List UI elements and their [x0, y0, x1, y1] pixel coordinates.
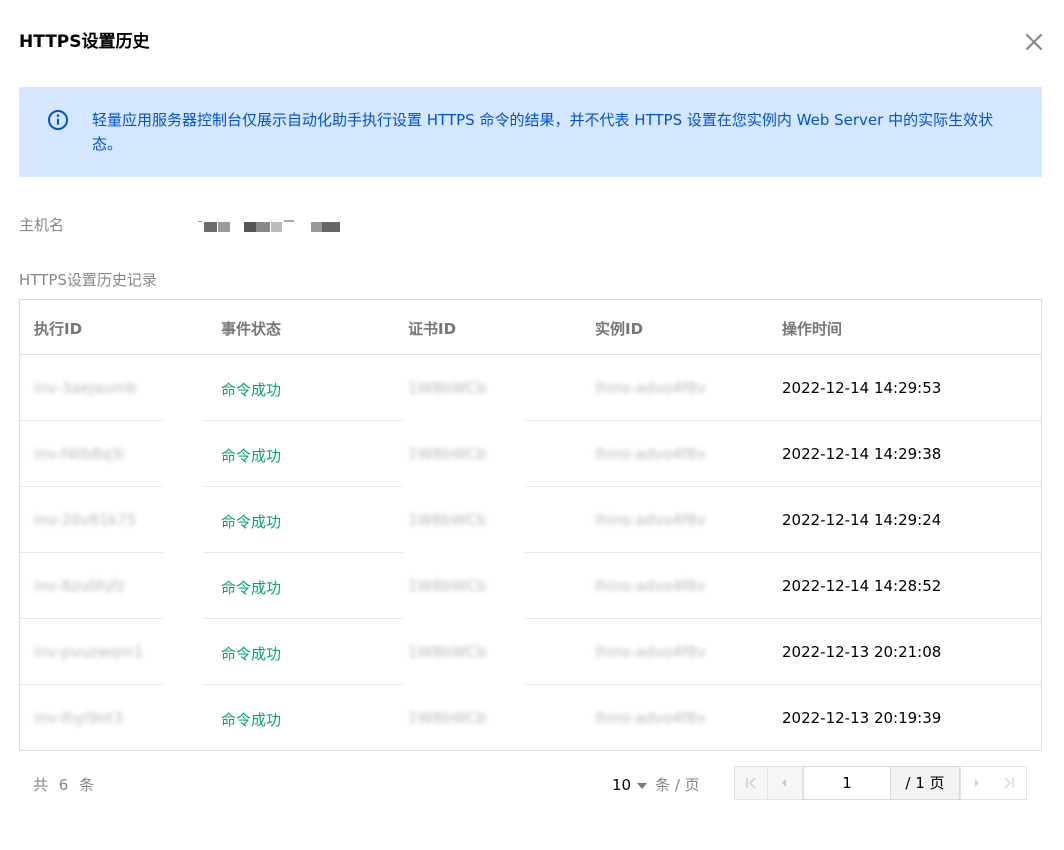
exec-id-cell: inv-20v81k75 [34, 511, 137, 529]
column-header-cert-id: 证书ID [408, 320, 457, 338]
table-header: 执行ID 事件状态 证书ID 实例ID 操作时间 [20, 300, 1041, 355]
time-cell: 2022-12-14 14:28:52 [782, 577, 942, 595]
exec-id-cell: inv-pvuzwqm1 [34, 643, 144, 661]
column-header-status: 事件状态 [221, 320, 282, 338]
status-cell: 命令成功 [221, 513, 282, 531]
next-page-button[interactable] [960, 766, 994, 800]
column-header-time: 操作时间 [782, 320, 843, 338]
chevron-left-icon[interactable] [768, 767, 800, 799]
cert-id-cell: 1W8bWCb [408, 577, 487, 595]
instance-id-cell: lhins-advo4f8v [595, 379, 706, 397]
hostname-value-redacted [198, 220, 343, 234]
page-size-select[interactable]: 10 条 / 页 [612, 774, 700, 795]
status-cell: 命令成功 [221, 381, 282, 399]
table-row: inv-f4tb8q3l 命令成功 1W8bWCb lhins-advo4f8v… [20, 421, 1041, 487]
total-count: 共 6 条 [33, 776, 98, 794]
instance-id-cell: lhins-advo4f8v [595, 445, 706, 463]
info-icon [48, 110, 68, 130]
table-row: inv-3aejaumb 命令成功 1W8bWCb lhins-advo4f8v… [20, 355, 1041, 421]
cert-id-cell: 1W8bWCb [408, 511, 487, 529]
status-cell: 命令成功 [221, 711, 282, 729]
notice-text: 轻量应用服务器控制台仅展示自动化助手执行设置 HTTPS 命令的结果，并不代表 … [92, 111, 994, 153]
table-row: inv-20v81k75 命令成功 1W8bWCb lhins-advo4f8v… [20, 487, 1041, 553]
hostname-label: 主机名 [19, 216, 65, 234]
cert-id-cell: 1W8bWCb [408, 643, 487, 661]
time-cell: 2022-12-14 14:29:38 [782, 445, 942, 463]
exec-id-cell: inv-f4tb8q3l [34, 445, 125, 463]
first-page-icon[interactable] [735, 767, 767, 799]
total-pages: / 1 页 [891, 766, 960, 800]
column-header-instance-id: 实例ID [595, 320, 644, 338]
table-row: inv-pvuzwqm1 命令成功 1W8bWCb lhins-advo4f8v… [20, 619, 1041, 685]
caret-down-icon[interactable] [637, 782, 648, 789]
instance-id-cell: lhins-advo4f8v [595, 643, 706, 661]
column-header-exec-id: 执行ID [34, 320, 83, 338]
chevron-right-icon[interactable] [961, 767, 993, 799]
last-page-button[interactable] [993, 766, 1027, 800]
status-cell: 命令成功 [221, 447, 282, 465]
time-cell: 2022-12-13 20:21:08 [782, 643, 942, 661]
exec-id-cell: inv-8zu0hjfz [34, 577, 125, 595]
close-icon[interactable] [1020, 28, 1048, 56]
time-cell: 2022-12-13 20:19:39 [782, 709, 942, 727]
table-row: inv-lhyl9nt3 命令成功 1W8bWCb lhins-advo4f8v… [20, 685, 1041, 751]
history-table: 执行ID 事件状态 证书ID 实例ID 操作时间 inv-3aejaumb 命令… [19, 299, 1042, 751]
info-notice: 轻量应用服务器控制台仅展示自动化助手执行设置 HTTPS 命令的结果，并不代表 … [19, 87, 1042, 177]
instance-id-cell: lhins-advo4f8v [595, 709, 706, 727]
instance-id-cell: lhins-advo4f8v [595, 511, 706, 529]
cert-id-cell: 1W8bWCb [408, 445, 487, 463]
history-label: HTTPS设置历史记录 [19, 271, 157, 289]
close-button[interactable] [1020, 28, 1048, 56]
page-number-input[interactable]: 1 [803, 766, 891, 800]
first-page-button[interactable] [734, 766, 768, 800]
prev-page-button[interactable] [768, 766, 803, 800]
time-cell: 2022-12-14 14:29:24 [782, 511, 942, 529]
status-cell: 命令成功 [221, 579, 282, 597]
time-cell: 2022-12-14 14:29:53 [782, 379, 942, 397]
instance-id-cell: lhins-advo4f8v [595, 577, 706, 595]
last-page-icon[interactable] [993, 767, 1025, 799]
exec-id-cell: inv-lhyl9nt3 [34, 709, 123, 727]
status-cell: 命令成功 [221, 645, 282, 663]
table-row: inv-8zu0hjfz 命令成功 1W8bWCb lhins-advo4f8v… [20, 553, 1041, 619]
cert-id-cell: 1W8bWCb [408, 709, 487, 727]
exec-id-cell: inv-3aejaumb [34, 379, 137, 397]
page-size-unit: 条 / 页 [655, 776, 700, 794]
page-size-value[interactable]: 10 [612, 776, 631, 794]
dialog-title: HTTPS设置历史 [19, 32, 150, 52]
cert-id-cell: 1W8bWCb [408, 379, 487, 397]
